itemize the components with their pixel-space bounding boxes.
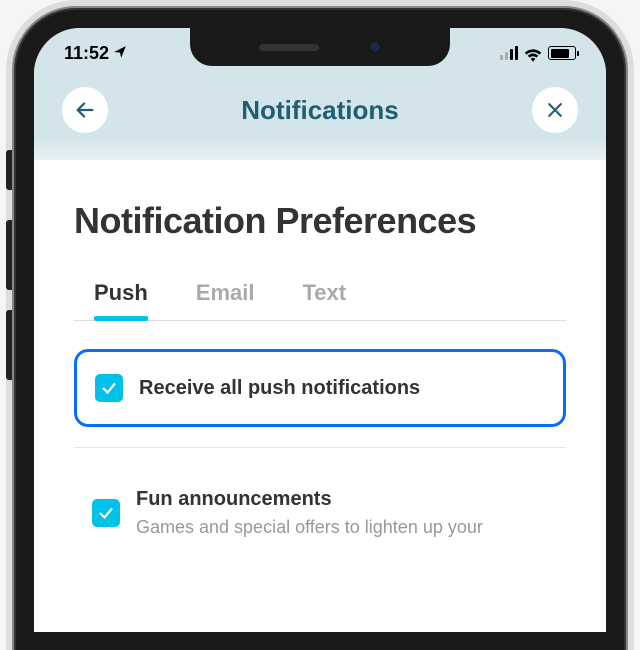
option-fun-announcements[interactable]: Fun announcements Games and special offe… — [74, 466, 566, 560]
option-receive-all[interactable]: Receive all push notifications — [74, 349, 566, 427]
volume-up-button — [6, 220, 12, 290]
volume-down-button — [6, 310, 12, 380]
check-icon — [97, 504, 115, 522]
tab-push[interactable]: Push — [94, 280, 148, 320]
app-header: Notifications — [34, 78, 606, 160]
battery-icon — [548, 46, 576, 60]
location-icon — [113, 45, 127, 62]
tab-text[interactable]: Text — [303, 280, 347, 320]
option-label: Receive all push notifications — [139, 377, 420, 400]
phone-frame: 11:52 Notifications — [16, 10, 624, 650]
close-icon — [545, 100, 565, 120]
content-area: Notification Preferences Push Email Text… — [34, 160, 606, 560]
checkbox-receive-all[interactable] — [95, 374, 123, 402]
header-title: Notifications — [241, 95, 398, 126]
status-right — [500, 46, 576, 60]
status-time: 11:52 — [64, 43, 109, 64]
speaker — [259, 44, 319, 51]
tab-email[interactable]: Email — [196, 280, 255, 320]
divider — [74, 447, 566, 448]
wifi-icon — [524, 46, 542, 60]
side-button — [6, 150, 12, 190]
check-icon — [100, 379, 118, 397]
checkbox-fun[interactable] — [92, 499, 120, 527]
page-title: Notification Preferences — [74, 200, 566, 242]
back-button[interactable] — [62, 87, 108, 133]
screen: 11:52 Notifications — [34, 28, 606, 632]
option-text: Receive all push notifications — [139, 377, 420, 400]
notch — [190, 28, 450, 66]
front-camera — [369, 41, 381, 53]
arrow-left-icon — [74, 99, 96, 121]
close-button[interactable] — [532, 87, 578, 133]
tabs: Push Email Text — [74, 280, 566, 321]
option-text: Fun announcements Games and special offe… — [136, 488, 483, 538]
option-label: Fun announcements — [136, 488, 483, 511]
status-left: 11:52 — [64, 43, 127, 64]
option-desc: Games and special offers to lighten up y… — [136, 517, 483, 538]
cellular-icon — [500, 46, 518, 60]
